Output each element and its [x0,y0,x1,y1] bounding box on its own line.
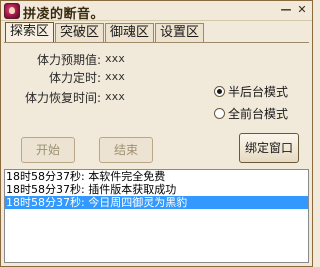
main-window: 拼凌的断音。 — ✕ 探索区 突破区 御魂区 设置区 体力预期值: xxx 体力… [0,0,313,267]
full-foreground-mode-radio[interactable]: 全前台模式 [214,105,288,122]
log-item-selected[interactable]: 18时58分37秒: 今日周四御灵为黑豹 [5,196,308,209]
title-bar[interactable]: 拼凌的断音。 — ✕ [1,1,312,22]
radio-unselected-icon [214,108,225,119]
tab-settings[interactable]: 设置区 [155,23,205,42]
app-avatar-icon [4,3,20,19]
tab-panel-border [4,42,309,43]
start-button[interactable]: 开始 [21,137,75,163]
tab-explore[interactable]: 探索区 [5,22,55,42]
tab-soul[interactable]: 御魂区 [105,23,155,42]
stamina-recovery-value: xxx [105,90,125,103]
full-foreground-mode-label: 全前台模式 [228,107,289,121]
half-background-mode-radio[interactable]: 半后台模式 [214,83,288,100]
log-item[interactable]: 18时58分37秒: 插件版本获取成功 [5,183,308,196]
tab-breakthrough[interactable]: 突破区 [55,23,105,42]
log-item[interactable]: 18时58分37秒: 本软件完全免费 [5,170,308,183]
close-button[interactable]: ✕ [295,4,309,17]
bind-window-button[interactable]: 绑定窗口 [239,133,299,163]
stamina-expected-label: 体力预期值: [36,53,101,67]
stamina-timer-label: 体力定时: [48,71,101,85]
half-background-mode-label: 半后台模式 [228,85,289,99]
stamina-recovery-label: 体力恢复时间: [24,91,101,105]
tab-bar: 探索区 突破区 御魂区 设置区 [5,22,205,42]
stamina-expected-value: xxx [105,52,125,65]
window-title: 拼凌的断音。 [23,7,105,22]
radio-selected-icon [214,86,225,97]
stop-button[interactable]: 结束 [99,137,153,163]
stamina-timer-value: xxx [105,70,125,83]
minimize-button[interactable]: — [279,4,293,17]
log-list[interactable]: 18时58分37秒: 本软件完全免费 18时58分37秒: 插件版本获取成功 1… [4,169,309,263]
